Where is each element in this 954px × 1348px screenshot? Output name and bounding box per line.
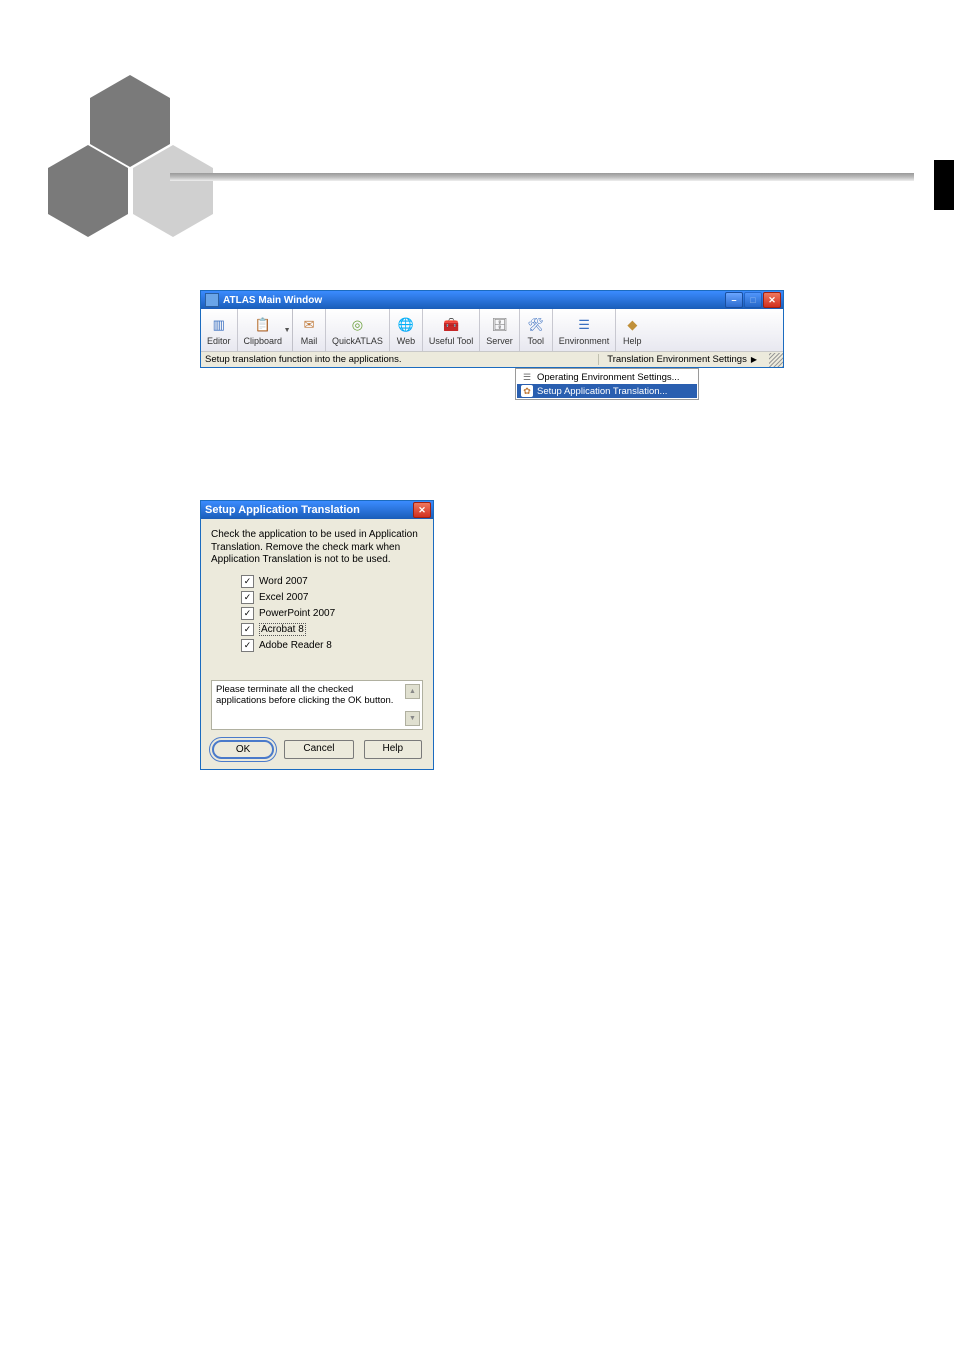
toolbar-help[interactable]: ◆ Help bbox=[616, 309, 648, 351]
warning-box: Please terminate all the checked applica… bbox=[211, 680, 423, 730]
checkbox-icon: ✓ bbox=[241, 639, 254, 652]
dialog-description: Check the application to be used in Appl… bbox=[211, 529, 423, 567]
tool-icon: 🛠 bbox=[526, 315, 546, 335]
menu-setup-app-translation[interactable]: ✿ Setup Application Translation... bbox=[517, 384, 697, 398]
toolbar-web[interactable]: 🌐 Web bbox=[390, 309, 423, 351]
checkbox-adobe-reader[interactable]: ✓ Adobe Reader 8 bbox=[241, 639, 423, 652]
atlas-main-window: ATLAS Main Window – □ ✕ ▥ Editor 📋 Clipb… bbox=[200, 290, 784, 368]
close-button[interactable]: ✕ bbox=[413, 502, 431, 518]
toolbar: ▥ Editor 📋 Clipboard ▼ ✉ Mail ◎ QuickATL… bbox=[201, 309, 783, 351]
resize-grip[interactable] bbox=[769, 353, 783, 367]
checkbox-label: Acrobat 8 bbox=[259, 623, 306, 636]
minimize-button[interactable]: – bbox=[725, 292, 743, 308]
window-titlebar: ATLAS Main Window – □ ✕ bbox=[201, 291, 783, 309]
web-icon: 🌐 bbox=[396, 315, 416, 335]
checkbox-label: Word 2007 bbox=[259, 576, 308, 587]
checkbox-label: PowerPoint 2007 bbox=[259, 608, 335, 619]
toolbar-useful-tool[interactable]: 🧰 Useful Tool bbox=[423, 309, 480, 351]
checkbox-label: Excel 2007 bbox=[259, 592, 308, 603]
toolbar-clipboard[interactable]: 📋 Clipboard bbox=[238, 309, 283, 351]
toolbar-editor[interactable]: ▥ Editor bbox=[201, 309, 238, 351]
status-menu-translation-env[interactable]: Translation Environment Settings ▶ bbox=[598, 354, 765, 365]
checkbox-label: Adobe Reader 8 bbox=[259, 640, 332, 651]
checkbox-icon: ✓ bbox=[241, 607, 254, 620]
cancel-button[interactable]: Cancel bbox=[284, 740, 353, 759]
editor-icon: ▥ bbox=[209, 315, 229, 335]
dialog-titlebar: Setup Application Translation ✕ bbox=[201, 501, 433, 519]
ok-button[interactable]: OK bbox=[212, 740, 274, 759]
clipboard-dropdown[interactable]: ▼ bbox=[282, 309, 292, 351]
menu-operating-env-settings[interactable]: ☰ Operating Environment Settings... bbox=[517, 370, 697, 384]
clipboard-icon: 📋 bbox=[253, 315, 273, 335]
environment-icon: ☰ bbox=[574, 315, 594, 335]
dialog-title: Setup Application Translation bbox=[205, 504, 360, 516]
scroll-up-icon[interactable]: ▲ bbox=[405, 684, 420, 699]
help-icon: ◆ bbox=[622, 315, 642, 335]
status-bar: Setup translation function into the appl… bbox=[201, 351, 783, 367]
toolbar-tool[interactable]: 🛠 Tool bbox=[520, 309, 553, 351]
environment-submenu: ☰ Operating Environment Settings... ✿ Se… bbox=[515, 368, 699, 400]
close-button[interactable]: ✕ bbox=[763, 292, 781, 308]
mail-icon: ✉ bbox=[299, 315, 319, 335]
warning-text: Please terminate all the checked applica… bbox=[216, 684, 405, 726]
checkbox-icon: ✓ bbox=[241, 623, 254, 636]
settings-icon: ☰ bbox=[521, 371, 533, 383]
window-title: ATLAS Main Window bbox=[223, 295, 322, 306]
useful-tool-icon: 🧰 bbox=[441, 315, 461, 335]
server-icon: 🗄 bbox=[490, 315, 510, 335]
checkbox-word[interactable]: ✓ Word 2007 bbox=[241, 575, 423, 588]
app-icon bbox=[205, 293, 219, 307]
checkbox-icon: ✓ bbox=[241, 591, 254, 604]
gear-icon: ✿ bbox=[521, 385, 533, 397]
maximize-button[interactable]: □ bbox=[744, 292, 762, 308]
setup-application-translation-dialog: Setup Application Translation ✕ Check th… bbox=[200, 500, 434, 770]
chevron-right-icon: ▶ bbox=[751, 355, 757, 364]
help-button[interactable]: Help bbox=[364, 740, 423, 759]
checkbox-icon: ✓ bbox=[241, 575, 254, 588]
toolbar-server[interactable]: 🗄 Server bbox=[480, 309, 520, 351]
status-text: Setup translation function into the appl… bbox=[201, 354, 598, 365]
quickatlas-icon: ◎ bbox=[347, 315, 367, 335]
scrollbar[interactable]: ▲ ▼ bbox=[405, 684, 418, 726]
header-rule bbox=[170, 173, 914, 181]
toolbar-mail[interactable]: ✉ Mail bbox=[293, 309, 326, 351]
checkbox-excel[interactable]: ✓ Excel 2007 bbox=[241, 591, 423, 604]
toolbar-quickatlas[interactable]: ◎ QuickATLAS bbox=[326, 309, 390, 351]
checkbox-acrobat[interactable]: ✓ Acrobat 8 bbox=[241, 623, 423, 636]
scroll-down-icon[interactable]: ▼ bbox=[405, 711, 420, 726]
page-header-graphic bbox=[0, 0, 954, 250]
toolbar-environment[interactable]: ☰ Environment bbox=[553, 309, 617, 351]
hex-deco bbox=[133, 145, 213, 237]
checkbox-powerpoint[interactable]: ✓ PowerPoint 2007 bbox=[241, 607, 423, 620]
